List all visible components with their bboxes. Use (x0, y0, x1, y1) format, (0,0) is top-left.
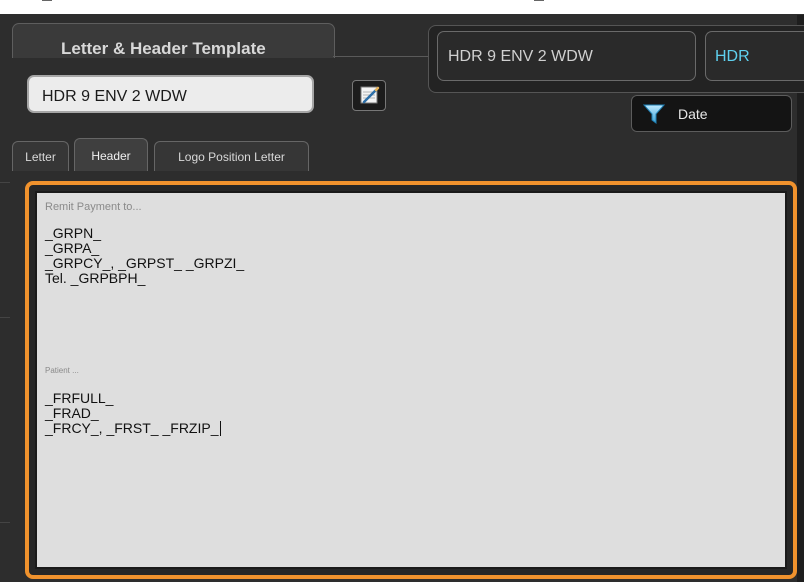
window-tick (534, 0, 544, 1)
template-name-field[interactable]: HDR 9 ENV 2 WDW (27, 75, 314, 113)
patient-line: _FRCY_, _FRST_ _FRZIP_ (45, 420, 219, 436)
remit-line: Tel. _GRPBPH_ (45, 270, 146, 286)
tab-letter[interactable]: Letter (12, 141, 69, 171)
letter-header-template-window: Letter & Header Template HDR 9 ENV 2 WDW… (0, 15, 804, 582)
remit-line: _GRPN_ (45, 225, 102, 241)
window-title: Letter & Header Template (61, 39, 266, 58)
remit-line: _GRPCY_, _GRPST_ _GRPZI_ (45, 255, 245, 271)
patient-caption: Patient ... (45, 366, 79, 375)
template-type-badge[interactable]: HDR (705, 31, 804, 81)
tab-header[interactable]: Header (74, 138, 148, 171)
edit-icon (360, 86, 380, 104)
edit-template-button[interactable] (352, 80, 386, 111)
template-combo[interactable]: HDR 9 ENV 2 WDW (437, 31, 696, 81)
guide-line (0, 182, 10, 183)
window-tick (42, 0, 52, 1)
title-divider (333, 56, 428, 57)
sort-date-label: Date (678, 106, 708, 122)
patient-line: _FRFULL_ (45, 390, 114, 406)
patient-line: _FRAD_ (45, 405, 99, 421)
guide-line (0, 522, 10, 523)
text-caret (219, 421, 221, 436)
guide-line (0, 317, 10, 318)
right-edge-strip (797, 15, 804, 582)
header-text-editor[interactable]: Remit Payment to... _GRPN_ _GRPA_ _GRPCY… (35, 191, 787, 569)
sort-date-button[interactable]: Date (631, 95, 792, 132)
template-tabs: Letter Header Logo Position Letter (12, 136, 797, 171)
header-editor-frame: Remit Payment to... _GRPN_ _GRPA_ _GRPCY… (25, 181, 797, 579)
patient-line-last: _FRCY_, _FRST_ _FRZIP_ (45, 421, 221, 436)
window-title-tab: Letter & Header Template (12, 23, 335, 58)
filter-funnel-icon (643, 104, 665, 124)
tab-logo-position-letter[interactable]: Logo Position Letter (154, 141, 309, 171)
remit-line: _GRPA_ (45, 240, 100, 256)
remit-caption: Remit Payment to... (45, 201, 142, 213)
